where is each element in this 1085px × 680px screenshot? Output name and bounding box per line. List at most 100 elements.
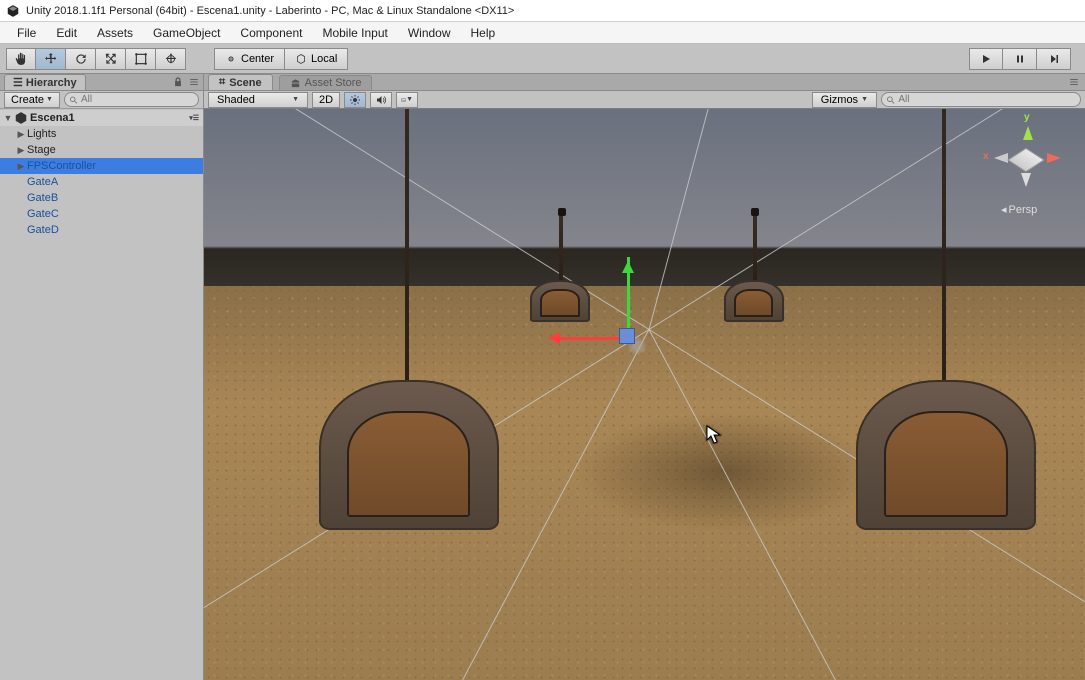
hierarchy-item-gated[interactable]: GateD: [0, 222, 203, 238]
speaker-icon: [375, 94, 387, 106]
toggle-lighting[interactable]: [344, 92, 366, 108]
projection-toggle[interactable]: ◂ Persp: [1001, 203, 1037, 216]
fold-icon[interactable]: ▶: [15, 129, 27, 140]
scene-tab-label: Scene: [229, 77, 261, 89]
hierarchy-item-gateb[interactable]: GateB: [0, 190, 203, 206]
dropdown-arrow-icon: ▼: [861, 96, 868, 103]
gate-pole: [405, 109, 409, 385]
hierarchy-tab[interactable]: ☰ Hierarchy: [4, 74, 86, 90]
main-split: ☰ Hierarchy Create ▼ ▼ Escena1: [0, 74, 1085, 680]
hierarchy-panel: ☰ Hierarchy Create ▼ ▼ Escena1: [0, 74, 204, 680]
gate-object[interactable]: [856, 280, 1036, 530]
menu-bar: File Edit Assets GameObject Component Mo…: [0, 22, 1085, 44]
fold-icon[interactable]: ▼: [2, 113, 14, 123]
draw-mode-dropdown[interactable]: Shaded ▼: [208, 92, 308, 108]
center-icon: [225, 53, 237, 65]
transform-tool-button[interactable]: [156, 48, 186, 70]
create-dropdown[interactable]: Create ▼: [4, 92, 60, 108]
hierarchy-tab-icon: ☰: [13, 76, 23, 89]
gizmo-x-axis[interactable]: [552, 337, 624, 340]
axis-neg-cone-icon[interactable]: [989, 153, 1008, 163]
tab-assetstore[interactable]: Asset Store: [279, 75, 373, 90]
gate-object[interactable]: [724, 252, 784, 322]
gate-body: [724, 280, 784, 322]
scene-search-input[interactable]: [898, 94, 1076, 105]
menu-component[interactable]: Component: [230, 23, 312, 43]
move-tool-button[interactable]: [36, 48, 66, 70]
search-icon: [886, 95, 895, 105]
gate-pole: [942, 109, 946, 385]
pivot-local-button[interactable]: Local: [285, 48, 348, 70]
unity-logo-icon: [6, 4, 20, 18]
menu-edit[interactable]: Edit: [46, 23, 87, 43]
axis-y-cone-icon[interactable]: [1023, 121, 1033, 140]
gate-flag: [558, 208, 566, 216]
axis-z-cone-icon[interactable]: [1021, 173, 1031, 192]
gate-object[interactable]: [319, 280, 499, 530]
item-label: GateB: [27, 192, 58, 204]
orientation-cube-icon[interactable]: [1007, 148, 1045, 172]
gate-pole: [753, 210, 757, 281]
pivot-center-button[interactable]: Center: [214, 48, 285, 70]
scene-menu-icon[interactable]: ▾☰: [189, 114, 199, 122]
menu-gameobject[interactable]: GameObject: [143, 23, 230, 43]
pause-button[interactable]: [1003, 48, 1037, 70]
fold-icon[interactable]: ▶: [15, 161, 27, 172]
scene-view-panel: ⌗ Scene Asset Store Shaded ▼ 2D ▼ Gizmos…: [204, 74, 1085, 680]
panel-menu-icon[interactable]: [187, 75, 201, 89]
scene-search[interactable]: [881, 92, 1081, 107]
panel-lock-icon[interactable]: [171, 75, 185, 89]
hierarchy-item-lights[interactable]: ▶Lights: [0, 126, 203, 142]
menu-assets[interactable]: Assets: [87, 23, 143, 43]
gate-object[interactable]: [530, 252, 590, 322]
tab-scene[interactable]: ⌗ Scene: [208, 74, 273, 90]
menu-window[interactable]: Window: [398, 23, 461, 43]
toggle-audio[interactable]: [370, 92, 392, 108]
orientation-gizmo[interactable]: y x ◂ Persp: [983, 117, 1073, 217]
hierarchy-item-gatec[interactable]: GateC: [0, 206, 203, 222]
rotate-tool-button[interactable]: [66, 48, 96, 70]
gizmo-center-cube[interactable]: [619, 328, 635, 344]
gate-flag: [751, 208, 759, 216]
menu-help[interactable]: Help: [461, 23, 506, 43]
panel-menu-icon[interactable]: [1067, 75, 1081, 89]
search-icon: [69, 95, 78, 105]
step-button[interactable]: [1037, 48, 1071, 70]
hierarchy-tab-row: ☰ Hierarchy: [0, 74, 203, 91]
hierarchy-search-input[interactable]: [81, 94, 194, 105]
gizmo-y-axis[interactable]: [627, 257, 630, 337]
gizmos-dropdown[interactable]: Gizmos ▼: [812, 92, 877, 108]
local-icon: [295, 53, 307, 65]
fold-icon[interactable]: ▶: [15, 145, 27, 156]
hierarchy-item-stage[interactable]: ▶Stage: [0, 142, 203, 158]
scene-tab-icon: ⌗: [219, 76, 225, 89]
dropdown-arrow-icon: ▼: [406, 96, 413, 103]
hierarchy-item-fpscontroller[interactable]: ▶FPSController: [0, 158, 203, 174]
scene-viewport[interactable]: y x ◂ Persp: [204, 109, 1085, 680]
gate-body: [530, 280, 590, 322]
item-label: GateC: [27, 208, 59, 220]
scene-row[interactable]: ▼ Escena1 ▾☰: [0, 110, 203, 126]
window-title: Unity 2018.1.1f1 Personal (64bit) - Esce…: [26, 5, 514, 17]
main-toolbar: Center Local: [0, 44, 1085, 74]
scale-tool-button[interactable]: [96, 48, 126, 70]
axis-x-cone-icon[interactable]: [1047, 153, 1066, 163]
pivot-local-label: Local: [311, 53, 337, 65]
hierarchy-search[interactable]: [64, 92, 199, 107]
toggle-2d[interactable]: 2D: [312, 92, 340, 108]
item-label: Stage: [27, 144, 56, 156]
hierarchy-tree: ▼ Escena1 ▾☰ ▶Lights ▶Stage ▶FPSControll…: [0, 109, 203, 680]
rect-tool-button[interactable]: [126, 48, 156, 70]
item-label: Lights: [27, 128, 56, 140]
toggle-fx[interactable]: ▼: [396, 92, 418, 108]
hand-tool-button[interactable]: [6, 48, 36, 70]
play-controls: [969, 48, 1071, 70]
scene-tabs-row: ⌗ Scene Asset Store: [204, 74, 1085, 91]
play-button[interactable]: [969, 48, 1003, 70]
menu-file[interactable]: File: [7, 23, 46, 43]
assetstore-icon: [290, 78, 301, 89]
hierarchy-item-gatea[interactable]: GateA: [0, 174, 203, 190]
toggle-2d-label: 2D: [319, 94, 333, 106]
window-titlebar: Unity 2018.1.1f1 Personal (64bit) - Esce…: [0, 0, 1085, 22]
menu-mobileinput[interactable]: Mobile Input: [312, 23, 397, 43]
